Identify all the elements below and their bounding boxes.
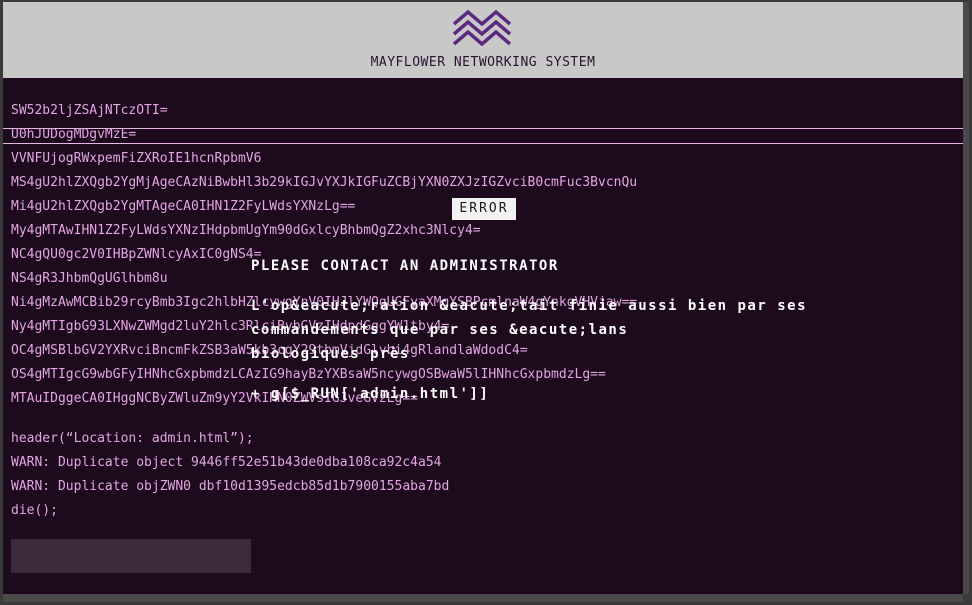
error-badge: ERROR — [452, 198, 516, 220]
error-message: PLEASE CONTACT AN ADMINISTRATOR — [251, 258, 559, 274]
log-line: My4gMTAwIHN1Z2FyLWdsYXNzIHdpbmUgYm90dGxl… — [11, 223, 481, 238]
warning-line: WARN: Duplicate objZWN0 dbf10d1395edcb85… — [11, 479, 450, 494]
overlay-text-line: commandements que par ses &eacute;lans — [251, 322, 629, 338]
log-line: OS4gMTIgcG9wbGFyIHNhcGxpbmdzLCAzIG9hayBz… — [11, 367, 606, 382]
log-line: NS4gR3JhbmQgUGlhbm8u — [11, 271, 168, 286]
log-line: VVNFUjogRWxpemFiZXRoIE1hcnRpbmV6 — [11, 151, 262, 166]
command-input[interactable] — [11, 539, 251, 573]
code-line: die(); — [11, 503, 58, 518]
log-line-selected: U0hJUDogMDgvMzE= — [11, 127, 137, 142]
highlight-rule-bottom — [3, 143, 963, 144]
app-header: MAYFLOWER NETWORKING SYSTEM — [3, 2, 963, 78]
log-line: Mi4gU2hlZXQgb2YgMTAgeCA0IHN1Z2FyLWdsYXNz… — [11, 199, 356, 214]
vertical-scrollbar[interactable] — [963, 2, 969, 594]
warning-line: WARN: Duplicate object 9446ff52e51b43de0… — [11, 455, 442, 470]
overlay-text-line: biologiques près — [251, 346, 410, 362]
overlay-command-line: + g[$_RUN['admin.html']] — [251, 386, 490, 402]
log-line: SW52b2ljZSAjNTczOTI= — [11, 103, 168, 118]
overlay-text-line: L'op&eacute;ration &eacute;tait finie au… — [251, 298, 808, 314]
terminal-window: MAYFLOWER NETWORKING SYSTEM SW52b2ljZSAj… — [3, 2, 963, 594]
log-line: MS4gU2hlZXQgb2YgMjAgeCAzNiBwbHl3b29kIGJv… — [11, 175, 638, 190]
system-title: MAYFLOWER NETWORKING SYSTEM — [370, 55, 596, 70]
highlight-rule-top — [3, 128, 963, 129]
code-line: header(“Location: admin.html”); — [11, 431, 254, 446]
mountain-wave-logo — [452, 9, 512, 46]
log-line: NC4gQU0gc2V0IHBpZWNlcyAxIC0gNS4= — [11, 247, 262, 262]
horizontal-scrollbar[interactable] — [3, 594, 963, 602]
